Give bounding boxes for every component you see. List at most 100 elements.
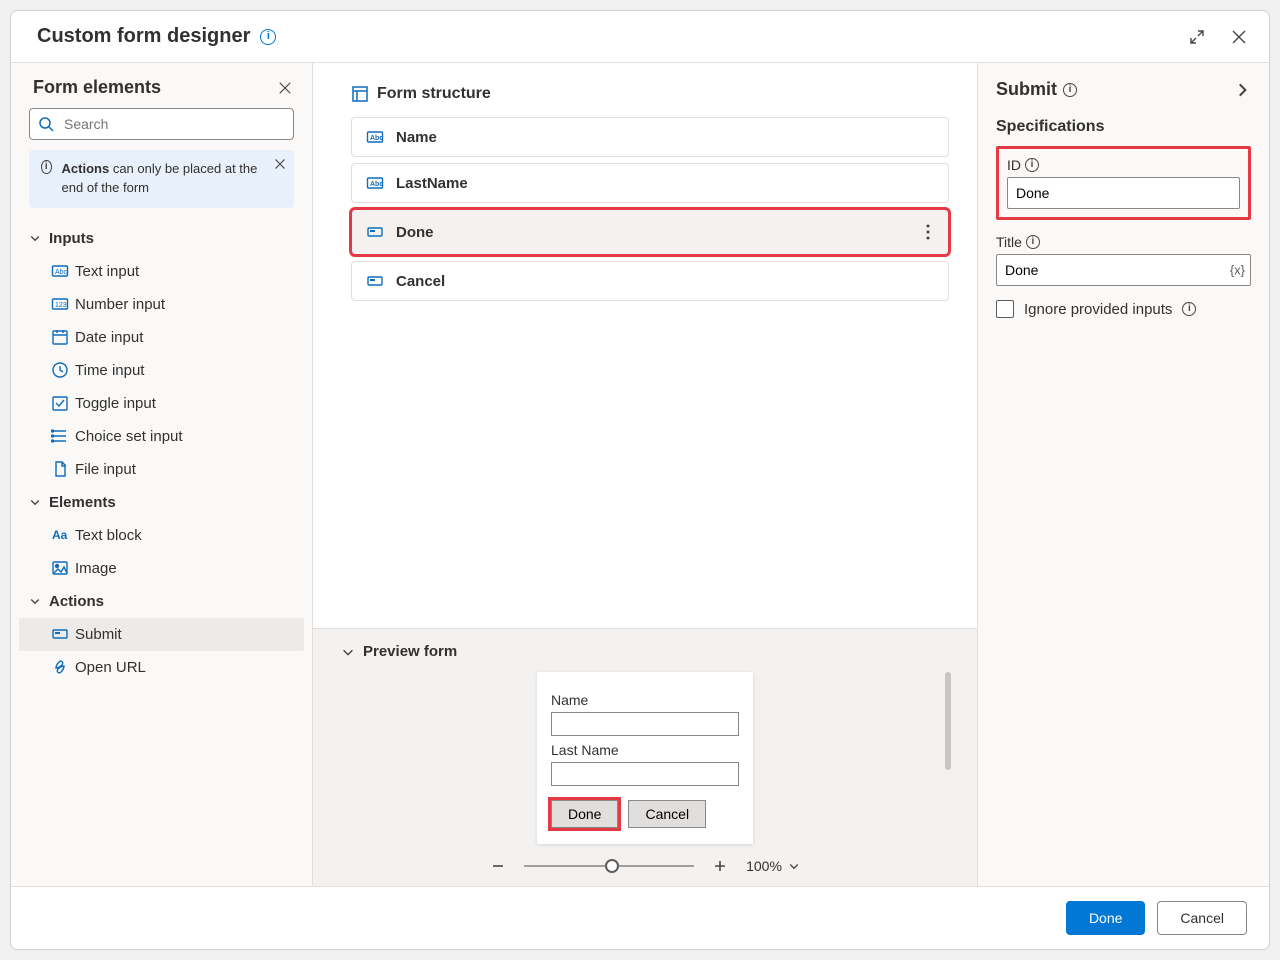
tree-item-label: Time input [75,362,144,379]
preview-field-input[interactable] [551,712,739,736]
search-input[interactable] [29,108,294,140]
tree-item-label: Choice set input [75,428,183,445]
submit-icon [366,223,384,241]
tree-item-date-input[interactable]: Date input [19,321,304,354]
titlebar: Custom form designer i [11,11,1269,63]
title-label: Title [996,234,1022,250]
preview-field-label: Name [551,692,739,708]
sidebar-title: Form elements [33,77,161,98]
id-input[interactable] [1007,177,1240,209]
dialog-footer: Done Cancel [11,886,1269,949]
toggle-input-icon [51,394,69,412]
open-url-icon [51,658,69,676]
tree-item-choice-set-input[interactable]: Choice set input [19,420,304,453]
zoom-percent: 100% [746,858,782,874]
specifications-heading: Specifications [996,118,1251,136]
preview-scrollbar[interactable] [943,672,951,812]
structure-item-name[interactable]: AbcName [351,117,949,157]
preview-field-label: Last Name [551,742,739,758]
structure-item-label: LastName [396,175,468,192]
id-field-highlight: ID i [996,146,1251,220]
tree-item-submit[interactable]: Submit [19,618,304,651]
svg-text:Abc: Abc [370,135,383,142]
info-icon[interactable]: i [1026,235,1040,249]
preview-field-input[interactable] [551,762,739,786]
date-input-icon [51,328,69,346]
info-icon[interactable]: i [1025,158,1039,172]
choice-input-icon [51,427,69,445]
tree-group-label: Actions [49,593,104,610]
tree-item-file-input[interactable]: File input [19,453,304,486]
tree-item-number-input[interactable]: 123Number input [19,288,304,321]
zoom-slider[interactable] [524,859,694,873]
tree-group-header[interactable]: Elements [19,486,304,519]
zoom-in-icon[interactable] [712,858,728,874]
svg-text:123: 123 [55,302,67,309]
tree-group-header[interactable]: Inputs [19,222,304,255]
preview-panel: Preview form Name Last Name Done Cancel [313,628,977,886]
tree-group-label: Inputs [49,230,94,247]
preview-card: Name Last Name Done Cancel [537,672,753,844]
tree-item-time-input[interactable]: Time input [19,354,304,387]
tree-item-label: Text block [75,527,142,544]
structure-item-done[interactable]: Done [351,209,949,255]
form-structure-title: Form structure [377,85,491,103]
chevron-down-icon [29,496,41,508]
preview-button-done[interactable]: Done [551,800,618,828]
id-label: ID [1007,157,1021,173]
center-column: Form structure AbcNameAbcLastNameDoneCan… [313,63,977,886]
cancel-button[interactable]: Cancel [1157,901,1247,935]
search-input-field[interactable] [62,115,285,133]
tree-item-label: Toggle input [75,395,156,412]
structure-item-lastname[interactable]: Abc LastName [351,163,949,203]
info-icon: i [41,160,52,174]
note-close-icon[interactable] [274,158,286,170]
info-icon[interactable]: i [260,29,276,45]
tree-item-open-url[interactable]: Open URL [19,651,304,684]
preview-button-cancel[interactable]: Cancel [628,800,706,828]
sidebar-close-icon[interactable] [278,81,292,95]
tree-item-label: File input [75,461,136,478]
done-button[interactable]: Done [1066,901,1145,935]
tree-group-label: Elements [49,494,116,511]
structure-item-cancel[interactable]: Cancel [351,261,949,301]
tree-item-image[interactable]: Image [19,552,304,585]
time-input-icon [51,361,69,379]
structure-item-label: Cancel [396,273,445,290]
tree-item-label: Date input [75,329,143,346]
tree-item-label: Open URL [75,659,146,676]
tree-item-text-input[interactable]: AbcText input [19,255,304,288]
expand-icon[interactable] [1189,29,1205,45]
tree-item-toggle-input[interactable]: Toggle input [19,387,304,420]
image-icon [51,559,69,577]
chevron-down-icon[interactable] [788,860,800,872]
text-block-icon: Aa [51,526,69,544]
tree-item-label: Image [75,560,117,577]
tree-group-header[interactable]: Actions [19,585,304,618]
main-area: Form elements i Actions can only be plac… [11,63,1269,886]
structure-item-label: Done [396,224,434,241]
chevron-right-icon[interactable] [1233,81,1251,99]
close-icon[interactable] [1231,29,1247,45]
inspector-title: Submit [996,79,1057,100]
tree-item-text-block[interactable]: Aa Text block [19,519,304,552]
more-options-icon[interactable] [922,220,934,244]
chevron-down-icon[interactable] [341,645,355,659]
file-input-icon [51,460,69,478]
sidebar: Form elements i Actions can only be plac… [11,63,313,886]
zoom-controls: 100% [341,858,949,874]
title-input[interactable] [996,254,1251,286]
preview-title: Preview form [363,643,457,660]
submit-icon [51,625,69,643]
info-icon[interactable]: i [1063,83,1077,97]
element-tree: Inputs AbcText input123Number input Date i… [11,218,312,684]
zoom-out-icon[interactable] [490,858,506,874]
form-structure-list: AbcNameAbcLastNameDoneCancel [351,117,949,301]
expression-icon[interactable]: {x} [1230,263,1245,278]
info-icon[interactable]: i [1182,302,1196,316]
ignore-inputs-checkbox[interactable] [996,300,1014,318]
dialog-window: Custom form designer i Form elements [10,10,1270,950]
note-text: Actions can only be placed at the end of… [62,160,266,198]
text-input-icon: Abc [366,174,384,192]
svg-text:Abc: Abc [55,269,68,276]
